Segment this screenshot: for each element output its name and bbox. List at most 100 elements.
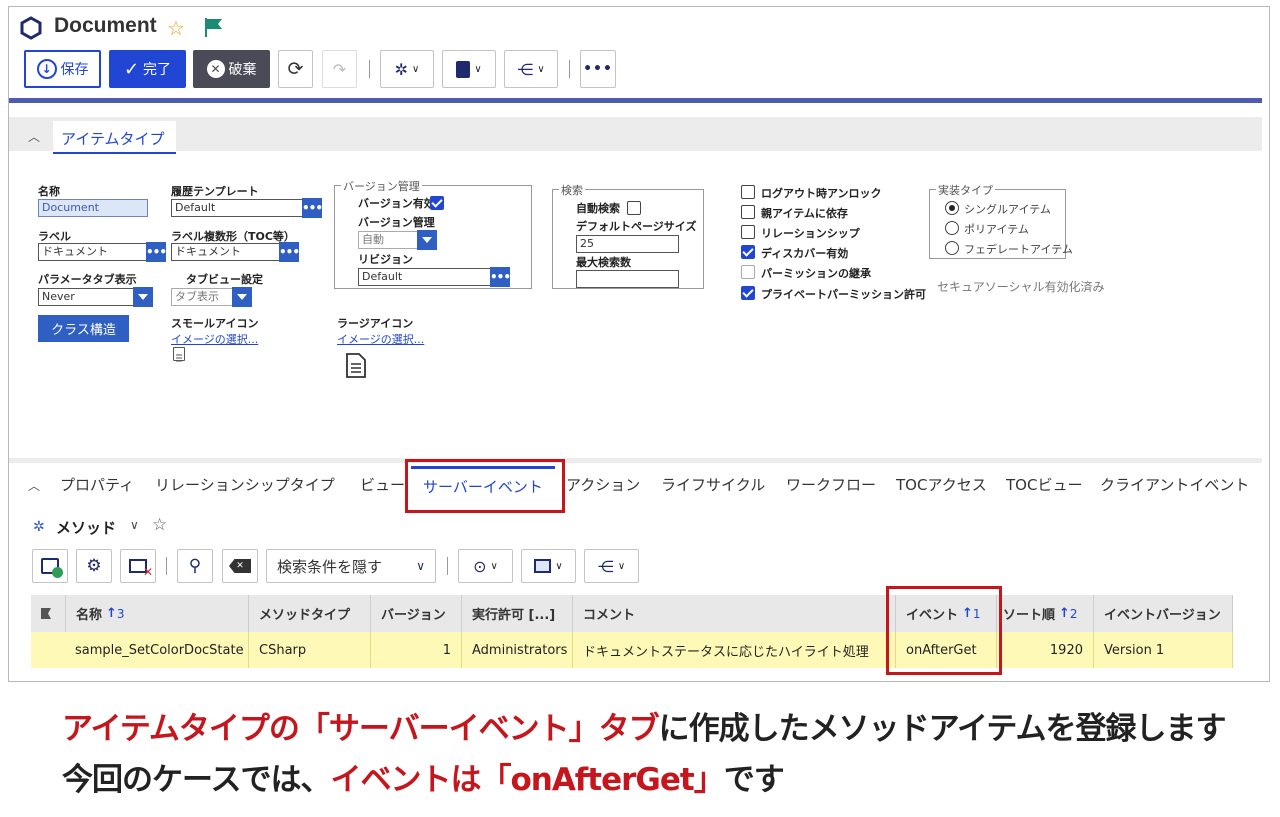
tab-view-dropdown[interactable] <box>232 287 252 307</box>
max-search-field[interactable] <box>576 270 679 288</box>
redo-button[interactable]: ↷ <box>322 50 357 88</box>
tab-lifecycle[interactable]: ライフサイクル <box>661 466 765 504</box>
auto-search-checkbox[interactable] <box>627 201 641 215</box>
version-manage-dropdown[interactable] <box>417 230 437 250</box>
discard-label: 破棄 <box>228 62 257 78</box>
param-tab-label: パラメータタブ表示 <box>38 273 137 286</box>
dependent-label: 親アイテムに依存 <box>761 207 848 220</box>
label-field[interactable]: ドキュメント <box>38 243 148 261</box>
revision-field[interactable]: Default <box>358 268 491 286</box>
inherit-permission-checkbox[interactable] <box>741 265 755 279</box>
done-button[interactable]: ✓ 完了 <box>109 50 186 88</box>
view-menu-button[interactable]: ⊙ ∨ <box>458 549 513 583</box>
new-row-icon <box>41 558 63 578</box>
method-chevron-icon[interactable]: ∨ <box>130 518 139 532</box>
col-permission[interactable]: 実行許可 [...] <box>462 595 573 632</box>
clipboard-menu-button[interactable]: ∨ <box>442 50 496 88</box>
single-item-radio[interactable] <box>945 201 959 215</box>
refresh-icon: ⟳ <box>287 58 304 80</box>
page-size-field[interactable]: 25 <box>576 235 679 253</box>
cell-method-type[interactable]: CSharp <box>249 632 371 668</box>
cell-comment[interactable]: ドキュメントステータスに応じたハイライト処理 <box>573 632 896 668</box>
grid-share-menu-button[interactable]: ⋲ ∨ <box>584 549 639 583</box>
search-button[interactable]: ⚲ <box>177 549 213 583</box>
clear-search-button[interactable]: ✕ <box>222 549 258 583</box>
private-permission-checkbox[interactable] <box>741 286 755 300</box>
tab-view-select[interactable]: タブ表示 <box>171 288 233 306</box>
add-item-button[interactable]: ⚙ <box>76 549 112 583</box>
revision-lookup-button[interactable]: ••• <box>490 267 511 287</box>
versionable-label: バージョン有効 <box>358 197 435 210</box>
search-toggle-label: 検索条件を隠す <box>277 557 383 576</box>
grid-flag-header <box>31 595 66 632</box>
name-field[interactable]: Document <box>38 199 148 217</box>
revision-label: リビジョン <box>358 253 413 266</box>
tab-actions[interactable]: アクション <box>566 466 640 504</box>
relationship-checkbox[interactable] <box>741 225 755 239</box>
tab-workflow[interactable]: ワークフロー <box>786 466 876 504</box>
cell-permission[interactable]: Administrators <box>462 632 573 668</box>
class-structure-button[interactable]: クラス構造 <box>38 315 129 342</box>
chevron-down-icon: ∨ <box>490 560 498 572</box>
refresh-button[interactable]: ⟳ <box>278 50 313 88</box>
version-manage-select[interactable]: 自動 <box>358 231 418 249</box>
col-sort-order[interactable]: ソート順 ↑ 2 <box>997 595 1094 632</box>
param-tab-select[interactable]: Never <box>38 288 134 306</box>
structure-menu-button[interactable]: ✲ ∨ <box>380 50 434 88</box>
favorite-star-icon[interactable]: ☆ <box>167 16 185 40</box>
federated-item-label: フェデレートアイテム <box>964 243 1073 256</box>
share-menu-button[interactable]: ⋲ ∨ <box>504 50 558 88</box>
large-icon-link[interactable]: イメージの選択... <box>337 331 424 347</box>
header-divider <box>9 98 1262 103</box>
tab-client-events[interactable]: クライアントイベント <box>1100 466 1249 504</box>
history-field[interactable]: Default <box>171 199 303 217</box>
federated-item-radio[interactable] <box>945 241 959 255</box>
tab-properties[interactable]: プロパティ <box>60 466 134 504</box>
versionable-checkbox[interactable] <box>430 196 444 210</box>
history-lookup-button[interactable]: ••• <box>302 198 323 218</box>
tab-views[interactable]: ビュー <box>360 466 405 504</box>
col-name[interactable]: 名称 ↑ 3 <box>66 595 249 632</box>
tabs-collapse-icon[interactable]: ︿ <box>28 477 40 494</box>
col-permission-label: 実行許可 [...] <box>472 608 556 623</box>
search-icon: ⚲ <box>188 556 202 576</box>
tab-toc-view[interactable]: TOCビュー <box>1006 466 1082 504</box>
flag-icon[interactable] <box>204 16 224 38</box>
small-icon-label: スモールアイコン <box>171 317 259 330</box>
impl-type-legend: 実装タイプ <box>936 182 995 198</box>
tab-toc-access[interactable]: TOCアクセス <box>896 466 987 504</box>
caption-line-2-text: 今回のケースでは、 <box>62 762 331 798</box>
cell-version[interactable]: 1 <box>371 632 462 668</box>
cell-sort-order[interactable]: 1920 <box>997 632 1094 668</box>
col-method-type[interactable]: メソッドタイプ <box>249 595 371 632</box>
method-favorite-icon[interactable]: ☆ <box>152 515 167 535</box>
poly-item-radio[interactable] <box>945 221 959 235</box>
col-event-version[interactable]: イベントバージョン <box>1094 595 1233 632</box>
label-lookup-button[interactable]: ••• <box>146 242 167 262</box>
dependent-checkbox[interactable] <box>741 205 755 219</box>
remove-row-button[interactable]: ✕ <box>120 549 156 583</box>
cell-event-version[interactable]: Version 1 <box>1094 632 1233 668</box>
layout-menu-button[interactable]: ∨ <box>521 549 576 583</box>
caption-line-1-text: に作成したメソッドアイテムを登録します <box>658 711 1227 747</box>
collapse-icon[interactable]: ︿ <box>28 128 40 145</box>
new-row-button[interactable] <box>32 549 68 583</box>
discard-button[interactable]: ✕ 破棄 <box>193 50 270 88</box>
col-version[interactable]: バージョン <box>371 595 462 632</box>
col-comment[interactable]: コメント <box>573 595 896 632</box>
tab-relationship-types[interactable]: リレーションシップタイプ <box>155 466 335 504</box>
small-icon-link[interactable]: イメージの選択... <box>171 331 258 347</box>
tab-item-type[interactable]: アイテムタイプ <box>53 121 176 154</box>
tab-view-label: タブビュー設定 <box>186 273 263 286</box>
discover-checkbox[interactable] <box>741 245 755 259</box>
search-toggle-select[interactable]: 検索条件を隠す ∨ <box>266 549 436 583</box>
more-button[interactable]: ••• <box>580 50 616 88</box>
col-comment-label: コメント <box>583 608 636 623</box>
unlock-on-logout-checkbox[interactable] <box>741 185 755 199</box>
param-tab-dropdown[interactable] <box>133 287 153 307</box>
cell-name[interactable]: sample_SetColorDocState <box>31 632 249 668</box>
save-button[interactable]: ↓ 保存 <box>24 50 101 88</box>
plural-lookup-button[interactable]: ••• <box>279 242 300 262</box>
plural-field[interactable]: ドキュメント <box>171 243 281 261</box>
inherit-permission-label: パーミッションの継承 <box>761 267 871 280</box>
